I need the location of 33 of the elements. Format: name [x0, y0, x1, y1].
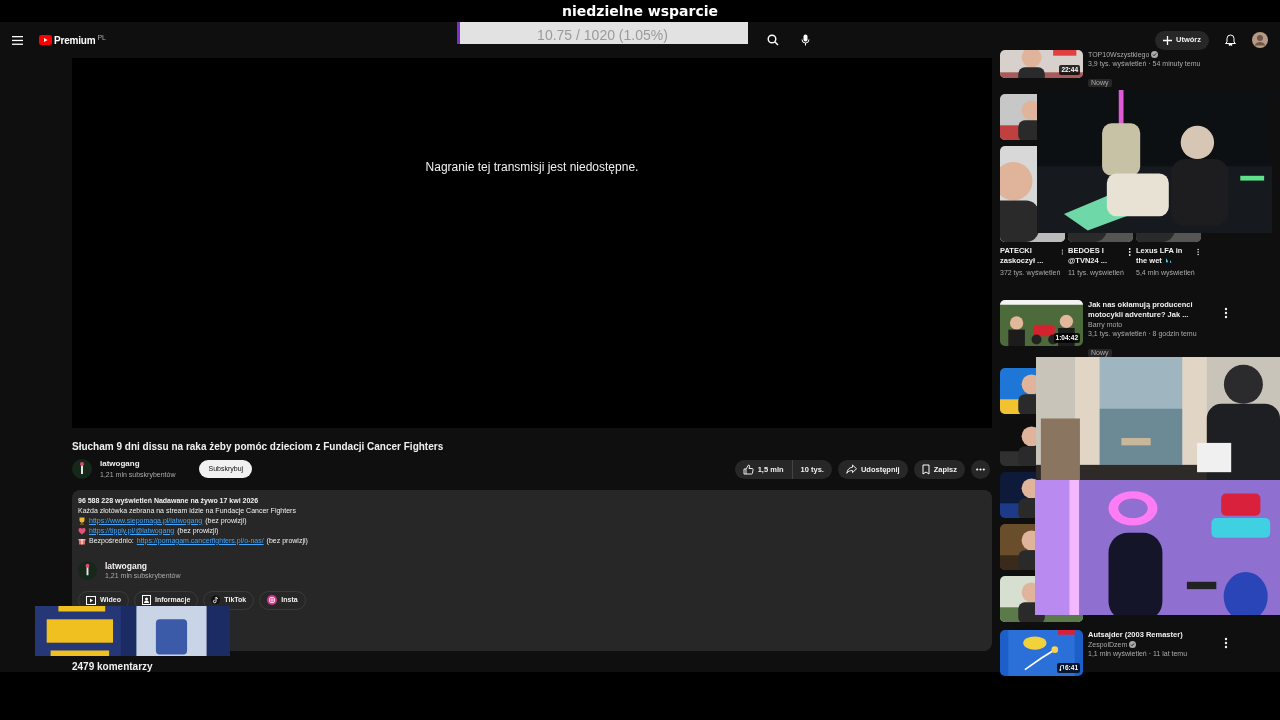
- description-panel[interactable]: [72, 489, 992, 651]
- unavailable-message: Nagranie tej transmisji jest niedostępne.: [425, 160, 639, 174]
- splash-icon: [1163, 257, 1172, 265]
- more-button[interactable]: [971, 459, 990, 479]
- share-icon: [845, 464, 857, 475]
- channel-avatar[interactable]: [72, 459, 92, 480]
- channel-name[interactable]: latwogang: [105, 560, 181, 571]
- thumbs-up-icon: [742, 463, 754, 475]
- avatar[interactable]: [1252, 32, 1268, 48]
- notifications-icon[interactable]: [1225, 34, 1236, 46]
- tiktok-icon: [211, 595, 221, 605]
- stream-title: niedzielne wsparcie: [561, 3, 719, 19]
- video-title: Słucham 9 dni dissu na raka żeby pomóc dzieciom z Fundacji Cancer Fighters: [72, 440, 445, 454]
- logo-icon[interactable]: [39, 35, 52, 45]
- video-icon: [86, 595, 96, 605]
- gift-icon: [78, 536, 86, 545]
- profile-icon: [141, 595, 151, 605]
- instagram-icon: [267, 595, 278, 605]
- plus-icon: [1163, 35, 1172, 45]
- more-icon: [976, 467, 985, 471]
- trophy-icon: [78, 516, 86, 525]
- comment-count: 2479 komentarzy: [72, 660, 154, 673]
- search-icon[interactable]: [766, 34, 779, 46]
- heart-icon: [78, 526, 86, 535]
- logo-text[interactable]: Premium: [54, 32, 96, 48]
- video-player[interactable]: Nagranie tej transmisji jest niedostępne.: [72, 58, 992, 428]
- channel-name[interactable]: latwogang: [100, 458, 176, 470]
- menu-icon[interactable]: [12, 35, 23, 45]
- more-icon[interactable]: [1194, 246, 1201, 258]
- goal-reading: 10.75 / 1020 (1.05%): [536, 26, 669, 45]
- bookmark-icon: [921, 463, 930, 475]
- microphone-icon[interactable]: [800, 34, 810, 46]
- music-icon: [1059, 665, 1064, 672]
